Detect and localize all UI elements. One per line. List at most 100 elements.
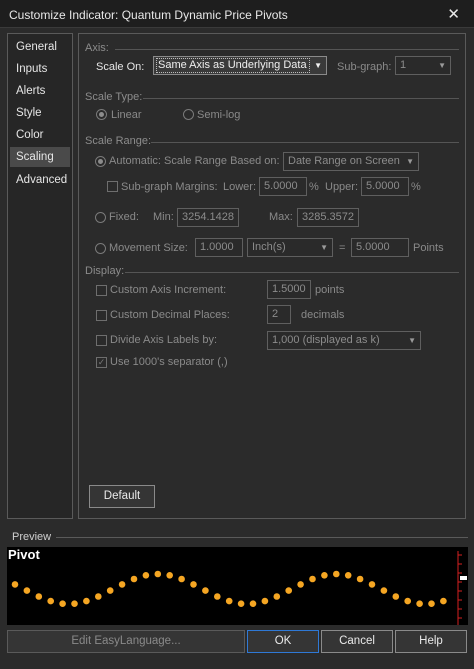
upper-margin-input[interactable]: 5.0000 <box>361 177 409 196</box>
sidebar-item-inputs[interactable]: Inputs <box>10 59 70 79</box>
preview-dot <box>321 572 328 579</box>
subgraph-dropdown[interactable]: 1 ▼ <box>395 56 451 75</box>
scale-on-label: Scale On: <box>96 61 145 73</box>
preview-dot <box>392 593 400 600</box>
lower-label: Lower: <box>223 181 257 193</box>
preview-dot <box>297 581 304 588</box>
title-bar: Customize Indicator: Quantum Dynamic Pri… <box>0 0 474 28</box>
subgraph-value: 1 <box>400 59 407 71</box>
min-input[interactable]: 3254.1428 <box>177 208 239 227</box>
automatic-range-value: Date Range on Screen <box>288 155 400 167</box>
movement-size-input[interactable]: 1.0000 <box>195 238 243 257</box>
chevron-down-icon: ▼ <box>320 243 328 252</box>
custom-decimal-label: Custom Decimal Places: <box>110 309 230 321</box>
axis-section-label: Axis: <box>85 42 109 54</box>
preview-dot <box>142 572 150 579</box>
lower-margin-input[interactable]: 5.0000 <box>259 177 307 196</box>
preview-dot <box>344 572 352 579</box>
preview-dot <box>118 581 126 588</box>
edit-easylanguage-button[interactable]: Edit EasyLanguage... <box>7 630 245 653</box>
preview-dot <box>428 600 435 607</box>
preview-dot <box>273 593 281 600</box>
chevron-down-icon: ▼ <box>314 61 322 70</box>
movement-size-radio[interactable] <box>95 243 106 254</box>
display-section-label: Display: <box>85 265 125 277</box>
semilog-label: Semi-log <box>197 109 241 121</box>
preview-dot <box>404 597 412 605</box>
scale-on-dropdown[interactable]: Same Axis as Underlying Data ▼ <box>153 56 327 75</box>
linear-radio[interactable] <box>96 109 107 120</box>
subgraph-margins-label: Sub-graph Margins: <box>121 181 218 193</box>
points-label: Points <box>413 242 444 254</box>
sidebar-item-alerts[interactable]: Alerts <box>10 81 70 101</box>
linear-label: Linear <box>111 109 142 121</box>
automatic-radio[interactable] <box>95 156 106 167</box>
cancel-button[interactable]: Cancel <box>321 630 393 653</box>
automatic-range-dropdown[interactable]: Date Range on Screen ▼ <box>283 152 419 171</box>
scale-type-section-label: Scale Type: <box>85 91 143 103</box>
default-button[interactable]: Default <box>89 485 155 508</box>
preview-dot <box>261 597 269 605</box>
min-label: Min: <box>153 211 174 223</box>
custom-increment-unit: points <box>315 284 345 296</box>
scale-range-section-label: Scale Range: <box>85 135 152 147</box>
preview-dot <box>178 575 185 583</box>
sidebar-item-general[interactable]: General <box>10 37 70 57</box>
equals-sign: = <box>339 242 346 254</box>
chevron-down-icon: ▼ <box>408 336 416 345</box>
custom-increment-label: Custom Axis Increment: <box>110 284 227 296</box>
lower-unit: % <box>309 181 319 193</box>
preview-dot <box>11 581 19 588</box>
preview-dot <box>23 587 31 594</box>
semilog-radio[interactable] <box>183 109 194 120</box>
movement-unit-dropdown[interactable]: Inch(s) ▼ <box>247 238 333 257</box>
preview-dot <box>368 581 376 588</box>
points-input[interactable]: 5.0000 <box>351 238 409 257</box>
chevron-down-icon: ▼ <box>406 157 414 166</box>
preview-dot <box>285 587 293 594</box>
preview-dot <box>166 572 173 579</box>
preview-dot <box>154 570 162 578</box>
preview-dot <box>309 575 316 583</box>
sidebar-item-advanced[interactable]: Advanced <box>10 170 70 190</box>
sidebar-item-style[interactable]: Style <box>10 103 70 123</box>
max-label: Max: <box>269 211 293 223</box>
preview-dot <box>380 587 388 594</box>
movement-size-label: Movement Size: <box>109 242 188 254</box>
sidebar-item-color[interactable]: Color <box>10 125 70 145</box>
scale-on-value: Same Axis as Underlying Data <box>158 59 307 71</box>
sidebar: General Inputs Alerts Style Color Scalin… <box>7 33 73 519</box>
scale-range-divider <box>151 142 459 143</box>
fixed-radio[interactable] <box>95 212 106 223</box>
divide-labels-checkbox[interactable] <box>96 335 107 346</box>
preview-dot <box>416 600 423 607</box>
preview-dot <box>35 593 43 600</box>
ok-button[interactable]: OK <box>247 630 319 653</box>
preview-dot <box>71 600 78 607</box>
display-divider <box>125 272 459 273</box>
custom-increment-checkbox[interactable] <box>96 285 107 296</box>
custom-increment-input[interactable]: 1.5000 <box>267 280 311 299</box>
preview-dot <box>59 600 66 607</box>
preview-dot <box>333 570 340 578</box>
separator-checkbox[interactable]: ✓ <box>96 357 107 368</box>
preview-dot <box>225 597 233 605</box>
divide-labels-dropdown[interactable]: 1,000 (displayed as k) ▼ <box>267 331 421 350</box>
preview-dot <box>190 581 197 588</box>
custom-decimal-unit: decimals <box>301 309 345 321</box>
max-input[interactable]: 3285.3572 <box>297 208 359 227</box>
fixed-label: Fixed: <box>109 211 139 223</box>
preview-dot <box>237 600 245 607</box>
preview-dot <box>202 587 209 594</box>
close-icon[interactable]: ✕ <box>447 5 460 23</box>
sidebar-item-scaling[interactable]: Scaling <box>10 147 70 167</box>
preview-price-marker <box>460 576 467 580</box>
preview-label: Preview <box>12 531 52 543</box>
preview-dot <box>249 600 257 607</box>
subgraph-margins-checkbox[interactable] <box>107 181 118 192</box>
custom-decimal-checkbox[interactable] <box>96 310 107 321</box>
custom-decimal-input[interactable]: 2 <box>267 305 291 324</box>
help-button[interactable]: Help <box>395 630 467 653</box>
scaling-panel: Axis: Scale On: Same Axis as Underlying … <box>78 33 466 519</box>
preview-plot <box>11 551 467 625</box>
